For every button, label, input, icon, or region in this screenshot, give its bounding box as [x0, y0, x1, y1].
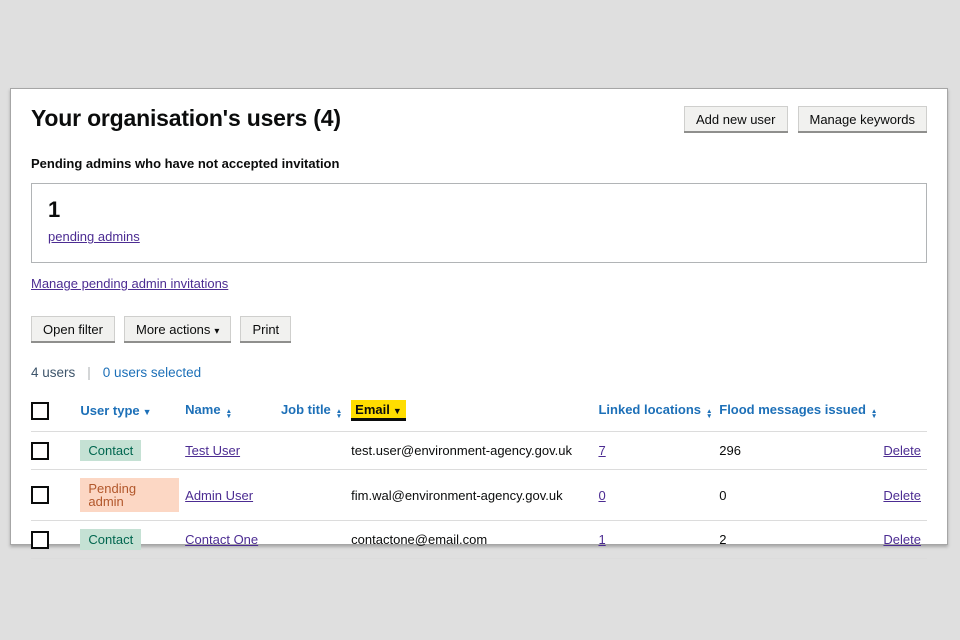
column-label: Email — [355, 402, 390, 417]
toolbar: Open filter More actions ▾ Print — [31, 316, 927, 341]
delete-user-link[interactable]: Delete — [883, 532, 921, 547]
print-button[interactable]: Print — [240, 316, 291, 341]
column-header-user-type[interactable]: User type ▼ — [80, 392, 185, 432]
page-title: Your organisation's users (4) — [31, 105, 341, 132]
sort-desc-icon: ▼ — [706, 414, 712, 419]
header-buttons: Add new user Manage keywords — [684, 106, 927, 131]
job-title-cell — [281, 521, 351, 559]
linked-locations-link[interactable]: 7 — [598, 443, 605, 458]
open-filter-button[interactable]: Open filter — [31, 316, 115, 341]
row-checkbox[interactable] — [31, 531, 49, 549]
delete-user-link[interactable]: Delete — [883, 443, 921, 458]
users-selected-link[interactable]: 0 users selected — [103, 365, 201, 380]
email-cell: test.user@environment-agency.gov.uk — [351, 432, 598, 470]
pending-admins-link[interactable]: pending admins — [48, 229, 140, 244]
row-checkbox[interactable] — [31, 442, 49, 460]
sort-desc-icon: ▼ — [143, 407, 152, 417]
user-name-link[interactable]: Admin User — [185, 488, 253, 503]
table-row: Pending admin Admin User fim.wal@environ… — [31, 470, 927, 521]
flood-messages-cell: 2 — [719, 521, 883, 559]
sort-both-icon: ▲▼ — [336, 409, 342, 419]
linked-locations-link[interactable]: 0 — [598, 488, 605, 503]
table-row: Contact Test User test.user@environment-… — [31, 432, 927, 470]
users-count-text: 4 users — [31, 365, 75, 380]
pending-admins-count: 1 — [48, 198, 910, 222]
row-checkbox[interactable] — [31, 486, 49, 504]
manage-pending-admin-invitations-link[interactable]: Manage pending admin invitations — [31, 276, 228, 291]
sort-desc-icon: ▼ — [393, 406, 402, 416]
more-actions-button[interactable]: More actions ▾ — [124, 316, 231, 341]
sort-desc-icon: ▼ — [226, 414, 232, 419]
sort-desc-icon: ▼ — [336, 414, 342, 419]
column-label: Linked locations — [598, 402, 701, 417]
flood-messages-cell: 0 — [719, 470, 883, 521]
selection-summary: 4 users | 0 users selected — [31, 365, 927, 380]
column-header-job-title[interactable]: Job title ▲▼ — [281, 392, 351, 432]
linked-locations-link[interactable]: 1 — [598, 532, 605, 547]
column-label: Name — [185, 402, 220, 417]
email-sort-highlight: Email▼ — [351, 400, 406, 421]
sort-both-icon: ▲▼ — [226, 409, 232, 419]
user-name-link[interactable]: Contact One — [185, 532, 258, 547]
job-title-cell — [281, 432, 351, 470]
users-table: User type▼ Name▲▼ Job title▲▼ Email▼ Lin… — [31, 392, 927, 559]
column-header-email-active-sort[interactable]: Email▼ — [351, 392, 598, 432]
delete-user-link[interactable]: Delete — [883, 488, 921, 503]
email-cell: contactone@email.com — [351, 521, 598, 559]
pending-admins-subtitle: Pending admins who have not accepted inv… — [31, 156, 927, 171]
sort-both-icon: ▲▼ — [871, 409, 877, 419]
summary-separator: | — [87, 365, 91, 380]
column-header-flood-messages[interactable]: Flood messages issued ▲▼ — [719, 392, 883, 432]
email-cell: fim.wal@environment-agency.gov.uk — [351, 470, 598, 521]
column-header-actions — [883, 392, 927, 432]
more-actions-label: More actions — [136, 322, 210, 337]
add-new-user-button[interactable]: Add new user — [684, 106, 788, 131]
user-type-badge: Contact — [80, 440, 141, 461]
caret-down-icon: ▾ — [214, 326, 219, 337]
manage-keywords-button[interactable]: Manage keywords — [798, 106, 928, 131]
column-header-name[interactable]: Name ▲▼ — [185, 392, 281, 432]
table-header-row: User type▼ Name▲▼ Job title▲▼ Email▼ Lin… — [31, 392, 927, 432]
user-type-badge: Contact — [80, 529, 141, 550]
user-name-link[interactable]: Test User — [185, 443, 240, 458]
column-label: Flood messages issued — [719, 402, 866, 417]
job-title-cell — [281, 470, 351, 521]
column-header-linked-locations[interactable]: Linked locations ▲▼ — [598, 392, 719, 432]
column-label: User type — [80, 403, 139, 418]
table-row: Contact Contact One contactone@email.com… — [31, 521, 927, 559]
sort-both-icon: ▲▼ — [706, 409, 712, 419]
user-type-badge: Pending admin — [80, 478, 179, 512]
column-label: Job title — [281, 402, 331, 417]
pending-admins-box: 1 pending admins — [31, 183, 927, 263]
flood-messages-cell: 296 — [719, 432, 883, 470]
users-panel: Your organisation's users (4) Add new us… — [10, 88, 948, 545]
select-all-checkbox[interactable] — [31, 402, 49, 420]
panel-header: Your organisation's users (4) Add new us… — [31, 105, 927, 132]
sort-desc-icon: ▼ — [871, 414, 877, 419]
